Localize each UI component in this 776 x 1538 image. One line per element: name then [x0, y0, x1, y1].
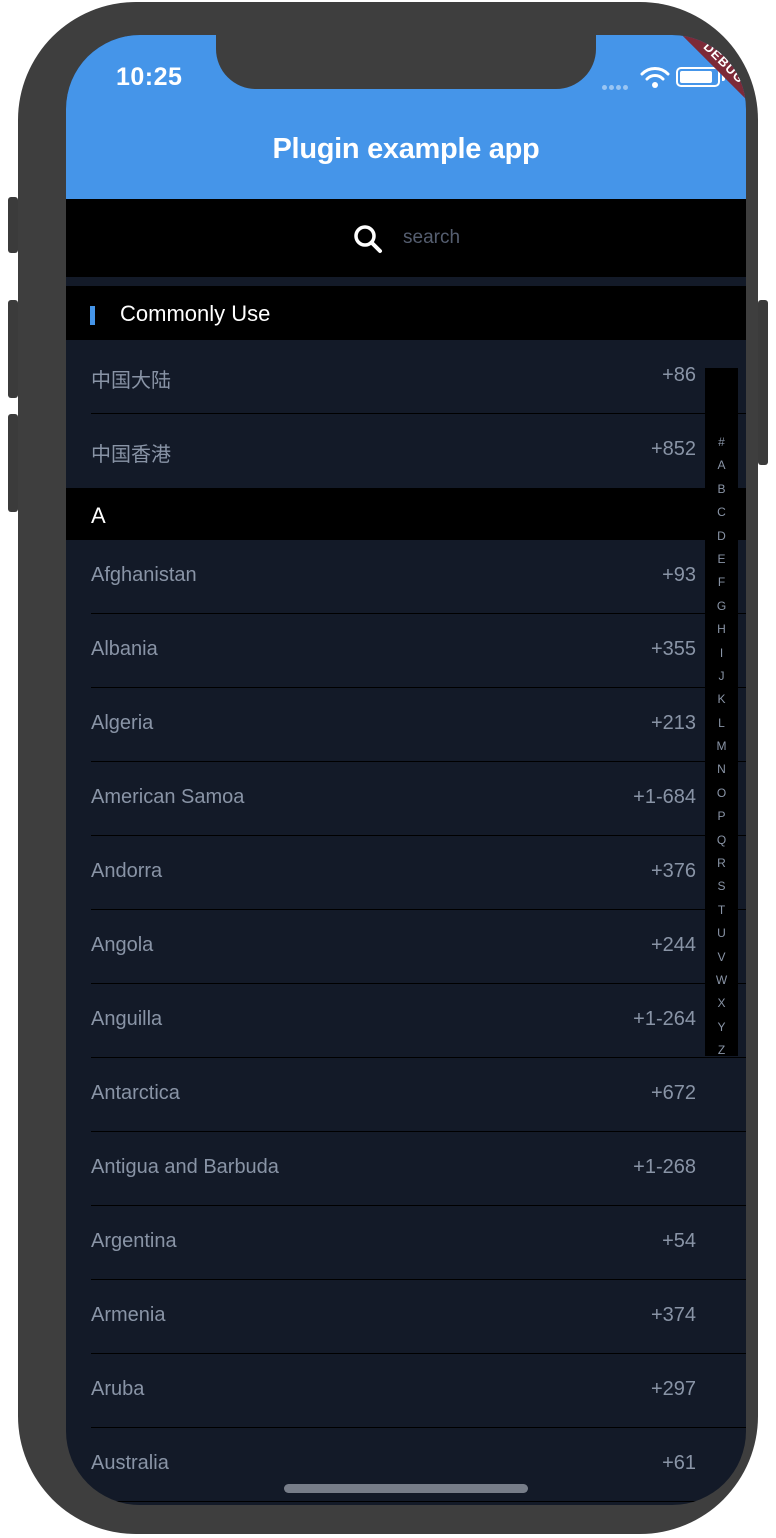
index-letter[interactable]: # [705, 431, 738, 454]
home-indicator[interactable] [284, 1484, 528, 1493]
country-code: +1-268 [633, 1156, 696, 1178]
country-name: Argentina [91, 1230, 177, 1252]
country-row[interactable]: 中国香港 +852 [66, 414, 746, 488]
country-row[interactable]: Antigua and Barbuda +1-268 [66, 1132, 746, 1206]
country-row[interactable]: Algeria +213 [66, 688, 746, 762]
country-row[interactable]: Angola +244 [66, 910, 746, 984]
index-letter[interactable]: T [705, 899, 738, 922]
index-letter[interactable]: D [705, 525, 738, 548]
index-letter[interactable]: C [705, 501, 738, 524]
volume-down-button [8, 414, 18, 512]
country-code: +61 [662, 1452, 696, 1474]
cellular-signal-icon [602, 77, 634, 90]
country-code: +374 [650, 1304, 696, 1326]
country-name: Anguilla [91, 1008, 163, 1030]
country-row[interactable]: Aruba +297 [66, 1354, 746, 1428]
country-code: +297 [650, 1378, 696, 1400]
index-letter[interactable]: G [705, 595, 738, 618]
country-row[interactable]: American Samoa +1-684 [66, 762, 746, 836]
divider [91, 1501, 746, 1502]
country-name: Armenia [91, 1304, 166, 1326]
country-row[interactable]: Andorra +376 [66, 836, 746, 910]
battery-icon [676, 67, 720, 87]
country-row[interactable]: Antarctica +672 [66, 1058, 746, 1132]
country-name: Afghanistan [91, 564, 197, 586]
index-letter[interactable]: E [705, 548, 738, 571]
country-name: Albania [91, 638, 158, 660]
index-letter[interactable]: J [705, 665, 738, 688]
section-accent-bar [90, 306, 95, 325]
wifi-icon [640, 67, 670, 88]
section-header-a: A [66, 488, 746, 540]
country-code: +355 [650, 638, 696, 660]
index-letter[interactable]: F [705, 571, 738, 594]
index-letter[interactable]: R [705, 852, 738, 875]
alphabet-index-bar[interactable]: # A B C D E F G H I J K L M N O P Q R S … [705, 368, 738, 1057]
section-header-commonly-use: Commonly Use [66, 286, 746, 340]
search-input[interactable]: search [403, 227, 460, 249]
country-code: +244 [650, 934, 696, 956]
power-button [758, 300, 768, 465]
country-code: +672 [650, 1082, 696, 1104]
country-code: +93 [662, 564, 696, 586]
index-letter[interactable]: B [705, 478, 738, 501]
country-row[interactable]: 中国大陆 +86 [66, 340, 746, 414]
app-bar: 10:25 DEBUG Plugin example app [66, 35, 746, 199]
index-letter[interactable]: H [705, 618, 738, 641]
phone-frame: 10:25 DEBUG Plugin example app search Co… [18, 2, 758, 1534]
index-letter[interactable]: N [705, 758, 738, 781]
country-row[interactable]: Armenia +374 [66, 1280, 746, 1354]
country-row[interactable]: Afghanistan +93 [66, 540, 746, 614]
index-letter[interactable]: P [705, 805, 738, 828]
page-title: Plugin example app [272, 133, 540, 165]
index-letter[interactable]: S [705, 875, 738, 898]
country-row[interactable]: Albania +355 [66, 614, 746, 688]
country-code: +852 [650, 438, 696, 460]
country-name: 中国大陆 [91, 370, 171, 392]
country-row[interactable]: Argentina +54 [66, 1206, 746, 1280]
index-letter[interactable]: Q [705, 829, 738, 852]
country-name: American Samoa [91, 786, 245, 808]
country-name: Aruba [91, 1378, 145, 1400]
country-name: Angola [91, 934, 154, 956]
index-letter[interactable]: W [705, 969, 738, 992]
index-letter[interactable]: Y [705, 1016, 738, 1039]
index-letter[interactable]: U [705, 922, 738, 945]
phone-screen: 10:25 DEBUG Plugin example app search Co… [66, 35, 746, 1505]
country-name: 中国香港 [91, 444, 171, 466]
country-name: Antigua and Barbuda [91, 1156, 279, 1178]
section-title: A [91, 503, 106, 528]
index-letter[interactable]: X [705, 992, 738, 1015]
country-code: +1-684 [633, 786, 696, 808]
search-bar[interactable]: search [66, 199, 746, 277]
country-code: +376 [650, 860, 696, 882]
silent-switch [8, 197, 18, 253]
country-code: +54 [662, 1230, 696, 1252]
index-letter[interactable]: Z [705, 1039, 738, 1062]
country-name: Andorra [91, 860, 163, 882]
index-letter[interactable]: K [705, 688, 738, 711]
country-name: Algeria [91, 712, 154, 734]
volume-up-button [8, 300, 18, 398]
search-icon [354, 225, 382, 253]
country-code: +1-264 [633, 1008, 696, 1030]
country-row[interactable]: Anguilla +1-264 [66, 984, 746, 1058]
section-title: Commonly Use [120, 301, 271, 326]
index-letter[interactable]: I [705, 642, 738, 665]
status-time: 10:25 [116, 63, 183, 91]
country-code: +86 [662, 364, 696, 386]
country-name: Antarctica [91, 1082, 180, 1104]
index-letter[interactable]: A [705, 454, 738, 477]
notch [216, 35, 596, 89]
country-name: Australia [91, 1452, 169, 1474]
index-letter[interactable]: V [705, 946, 738, 969]
index-letter[interactable]: L [705, 712, 738, 735]
index-letter[interactable]: O [705, 782, 738, 805]
country-code: +213 [650, 712, 696, 734]
index-letter[interactable]: M [705, 735, 738, 758]
